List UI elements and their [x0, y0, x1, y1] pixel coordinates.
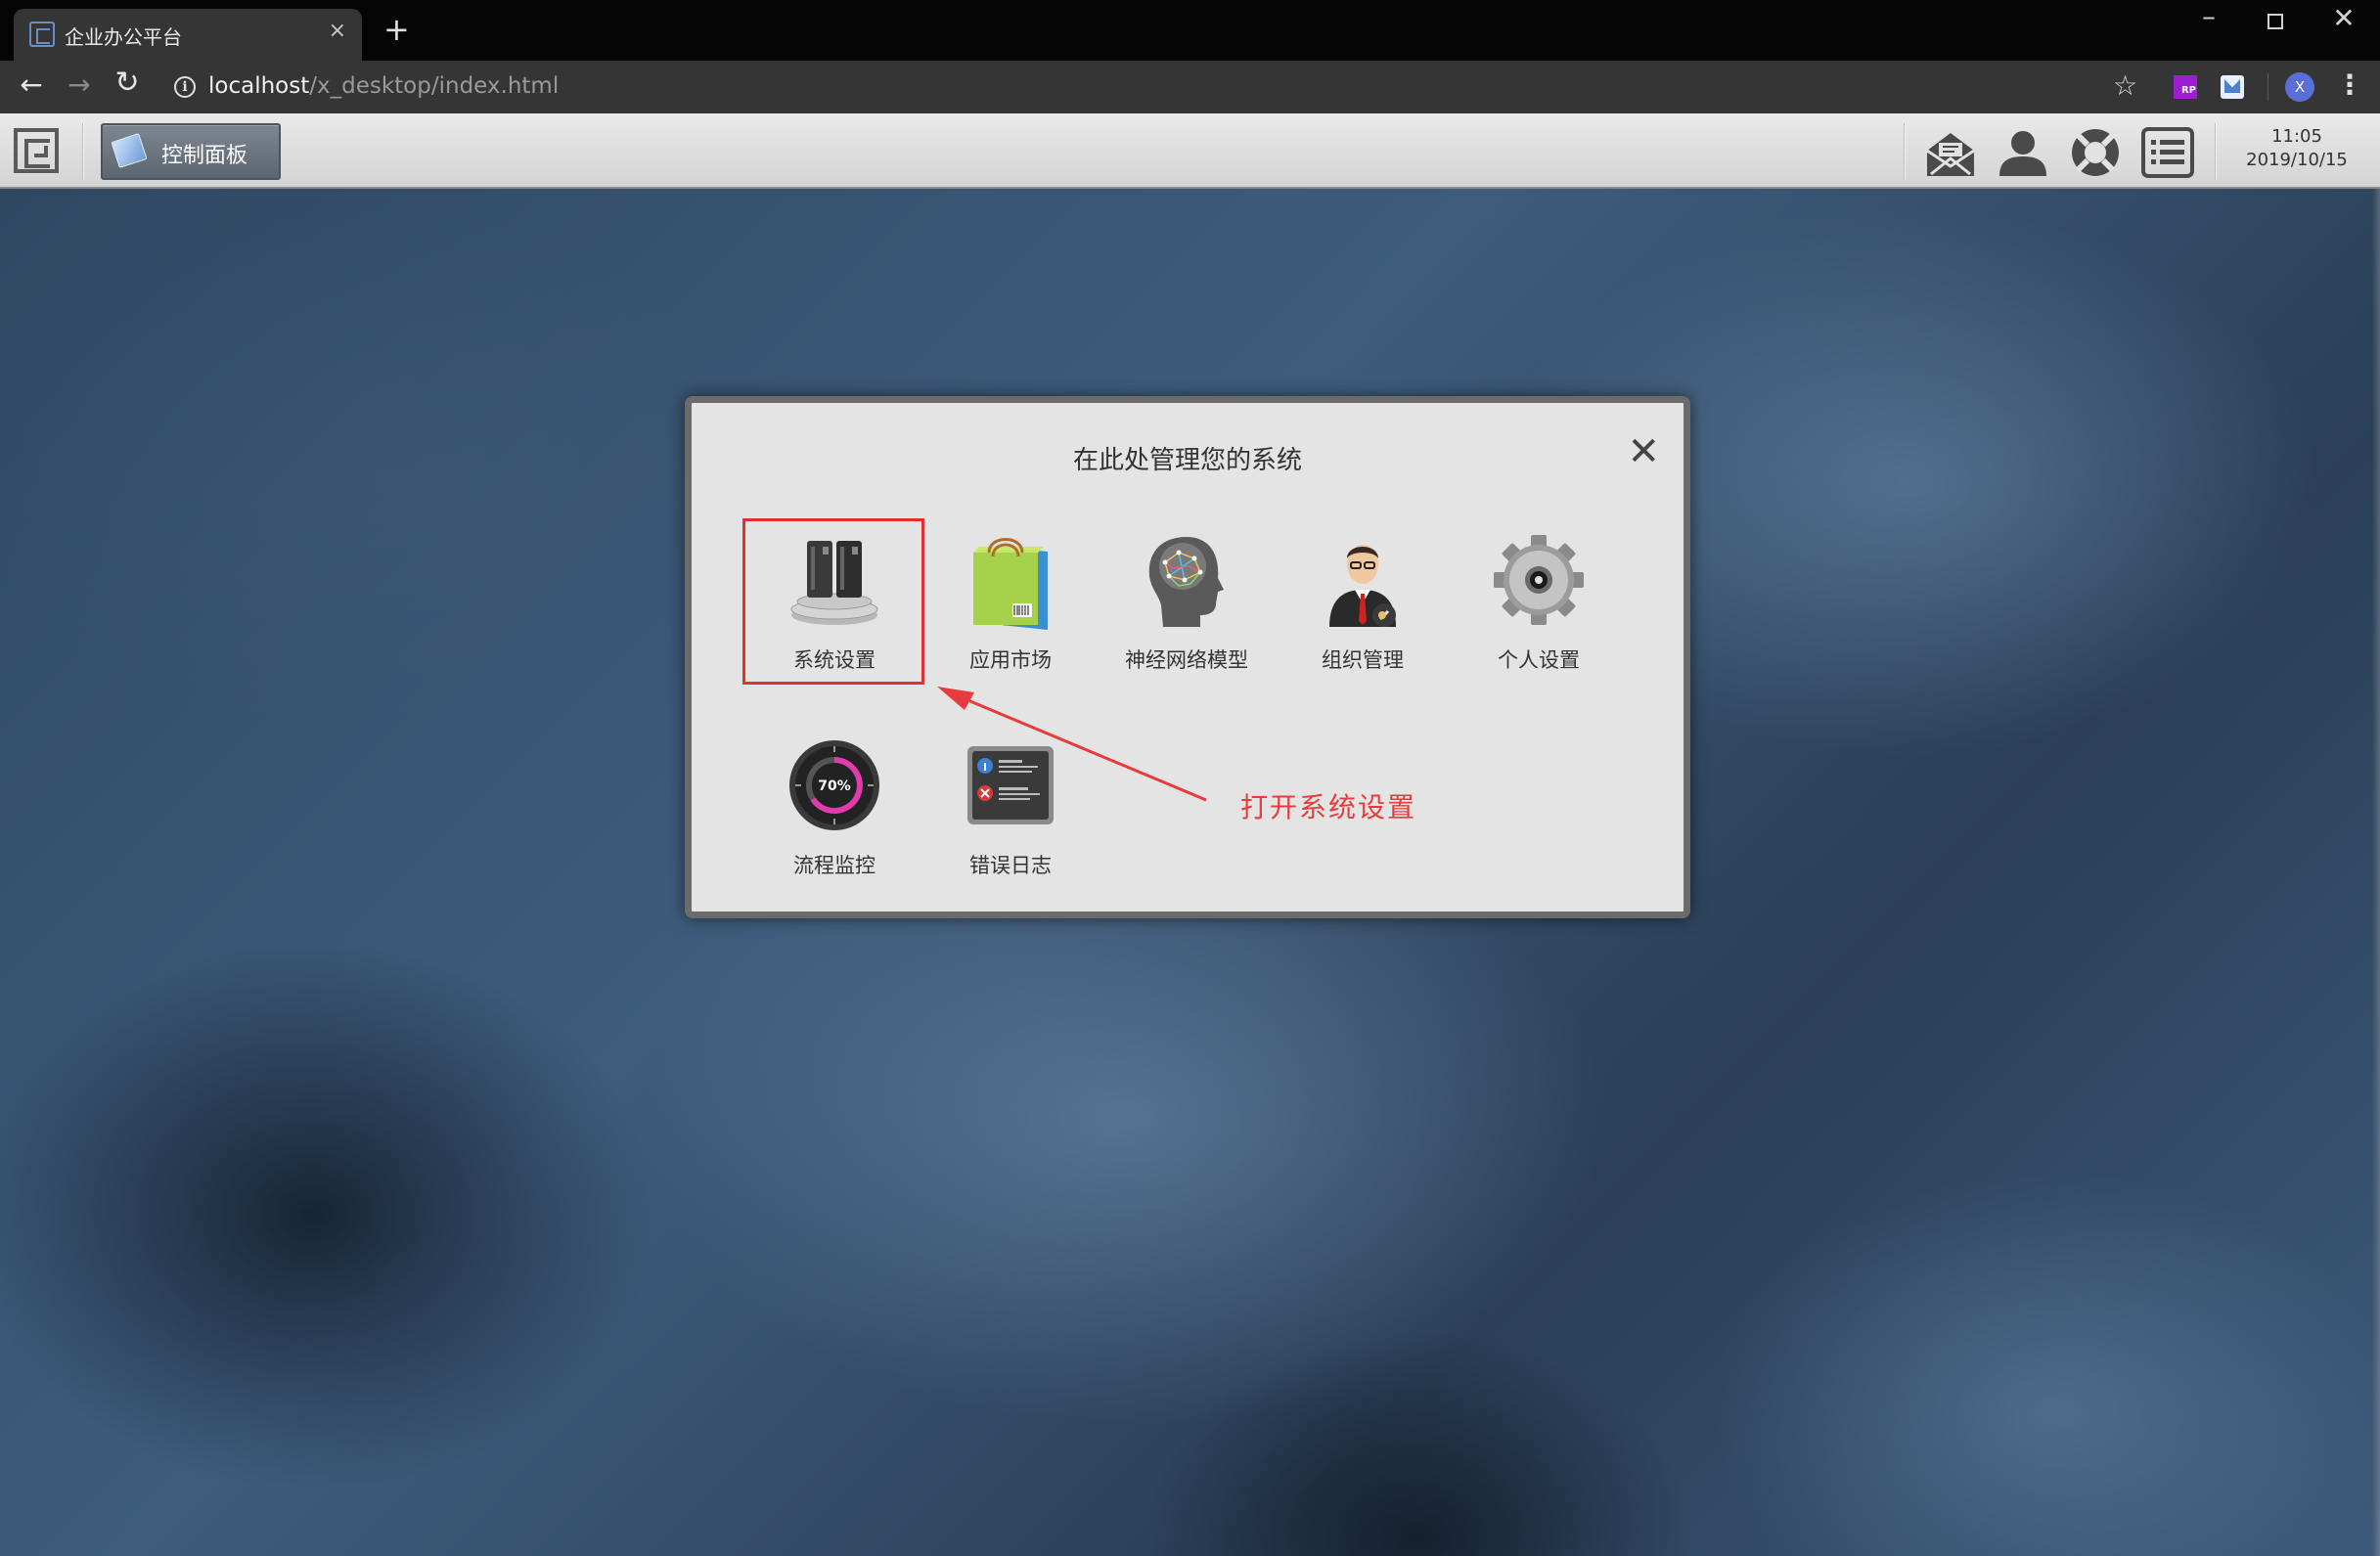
app-item-label: 流程监控	[793, 854, 876, 877]
profile-avatar[interactable]: X	[2285, 72, 2314, 102]
browser-tab[interactable]: 企业办公平台 ×	[14, 9, 362, 61]
manager-person-icon	[1329, 545, 1396, 627]
app-item-label: 组织管理	[1322, 648, 1404, 672]
clock-date: 2019/10/15	[2246, 150, 2348, 170]
forward-arrow-icon[interactable]: →	[60, 68, 99, 101]
tab-favicon-icon	[29, 22, 55, 47]
window-maximize-button[interactable]	[2246, 4, 2305, 35]
gauge-icon: 70%	[789, 740, 879, 830]
url-path: /x_desktop/index.html	[309, 73, 560, 99]
control-panel-icon	[111, 133, 148, 168]
clock-time: 11:05	[2271, 126, 2322, 147]
app-item-organization[interactable]: 组织管理	[1277, 523, 1449, 689]
brain-icon	[1148, 537, 1224, 627]
list-icon[interactable]	[2140, 125, 2195, 180]
browser-toolbar: ← → ↻ i localhost/x_desktop/index.html ☆…	[0, 61, 2380, 113]
dialog-title: 在此处管理您的系统	[1072, 446, 1302, 475]
bookmark-star-icon[interactable]: ☆	[2113, 69, 2137, 102]
url-host: localhost	[208, 73, 310, 99]
help-lifebuoy-icon[interactable]	[2068, 125, 2123, 180]
axure-rp-extension-icon[interactable]: RP	[2174, 75, 2197, 99]
window-minimize-button[interactable]: –	[2179, 0, 2238, 32]
start-logo-icon[interactable]	[14, 128, 59, 173]
site-info-icon[interactable]: i	[174, 76, 196, 98]
user-icon[interactable]	[1996, 125, 2050, 180]
task-button-control-panel[interactable]: 控制面板	[101, 123, 281, 180]
shopping-bag-icon	[973, 538, 1048, 631]
annotation-text: 打开系统设置	[1240, 791, 1417, 823]
app-item-label: 神经网络模型	[1125, 648, 1248, 672]
error-log-icon	[967, 746, 1054, 824]
app-item-label: 应用市场	[969, 648, 1052, 672]
app-item-label: 错误日志	[969, 854, 1052, 877]
app-item-personal-settings[interactable]: 个人设置	[1453, 523, 1625, 689]
app-item-neural-network[interactable]: 神经网络模型	[1100, 523, 1273, 689]
svg-text:70%: 70%	[818, 778, 851, 794]
tab-close-icon[interactable]: ×	[329, 19, 346, 43]
window-close-button[interactable]: ✕	[2314, 2, 2373, 34]
dialog-close-icon[interactable]: ✕	[1627, 432, 1660, 471]
app-item-process-monitor[interactable]: 70% 流程监控	[748, 729, 921, 895]
tab-title: 企业办公平台	[65, 25, 182, 49]
taskbar-divider	[1904, 123, 1906, 180]
task-button-label: 控制面板	[161, 144, 248, 168]
gear-icon	[1494, 535, 1584, 625]
mail-icon[interactable]	[1923, 125, 1978, 180]
app-taskbar: 控制面板 11:05 2019/10/15	[0, 113, 2380, 189]
app-item-error-log[interactable]: 错误日志	[924, 729, 1097, 895]
browser-menu-icon[interactable]: ⋮	[2336, 68, 2363, 101]
back-arrow-icon[interactable]: ←	[12, 68, 51, 101]
new-tab-button[interactable]: +	[383, 14, 410, 45]
reload-icon[interactable]: ↻	[108, 66, 147, 100]
browser-titlebar: 企业办公平台 × + – ✕	[0, 0, 2380, 61]
highlight-box	[742, 518, 924, 685]
app-item-label: 个人设置	[1498, 648, 1580, 672]
mail-extension-icon[interactable]	[2221, 75, 2244, 99]
taskbar-divider	[82, 123, 84, 180]
app-item-app-market[interactable]: 应用市场	[924, 523, 1097, 689]
desktop-edge	[2372, 189, 2380, 1556]
taskbar-clock: 11:05 2019/10/15	[2219, 125, 2375, 172]
address-bar-url[interactable]: localhost/x_desktop/index.html	[208, 73, 559, 99]
taskbar-divider	[2215, 123, 2217, 180]
